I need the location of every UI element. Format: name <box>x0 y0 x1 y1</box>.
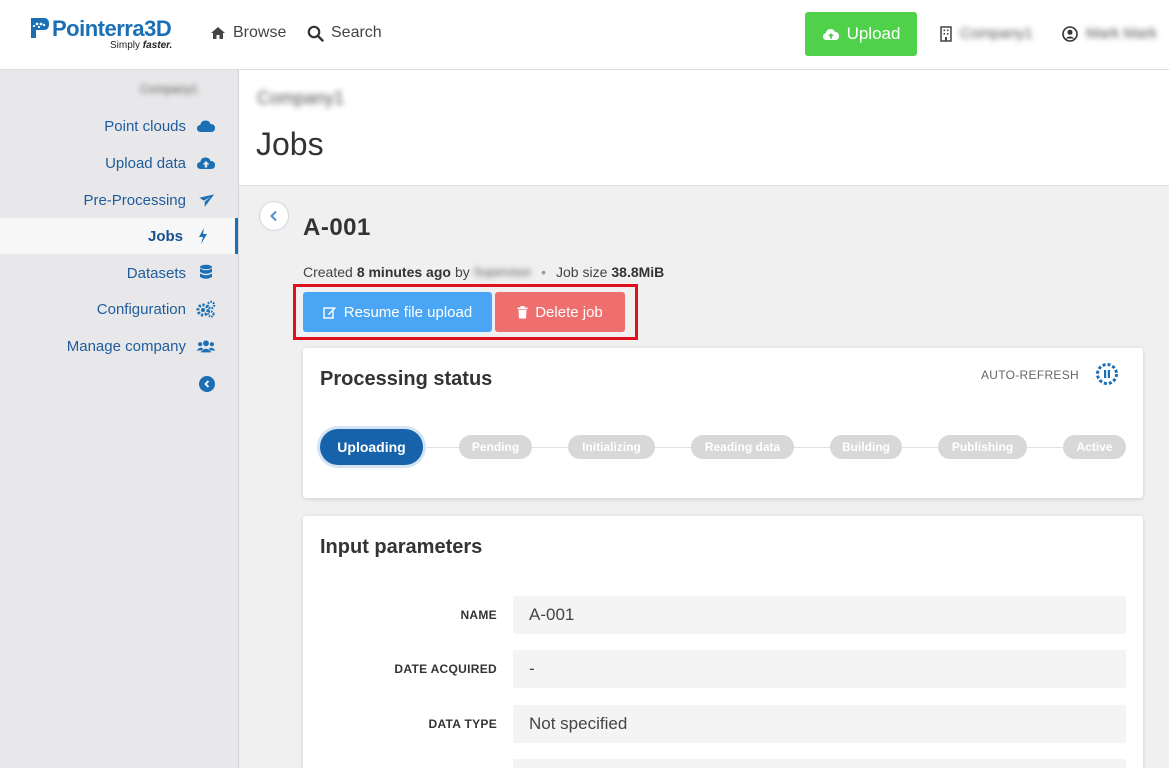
browse-link[interactable]: Browse <box>210 24 286 42</box>
brand-name: Pointerra3D <box>52 16 172 41</box>
resume-label: Resume file upload <box>343 303 473 321</box>
cloud-icon <box>196 116 216 136</box>
main-content: A-001 Created 8 minutes ago by Superviso… <box>239 186 1169 768</box>
input-parameters-card: Input parameters NAME A-001 DATE ACQUIRE… <box>303 516 1143 768</box>
sidebar-item-upload-data[interactable]: Upload data <box>0 145 238 181</box>
company-name: Company1 <box>960 25 1033 42</box>
tagline-emphasis: faster. <box>142 40 173 51</box>
upload-button[interactable]: Upload <box>805 12 917 56</box>
users-icon <box>196 336 216 356</box>
upload-label: Upload <box>846 24 901 43</box>
database-icon <box>196 263 216 283</box>
sidebar-item-pre-processing[interactable]: Pre-Processing <box>0 182 238 218</box>
logo-mark-icon <box>31 18 49 38</box>
delete-label: Delete job <box>535 303 603 321</box>
browse-label: Browse <box>233 24 287 41</box>
input-parameters-title: Input parameters <box>320 536 483 558</box>
auto-refresh-label: AUTO-REFRESH <box>980 368 1079 382</box>
param-row-next <box>303 759 1143 768</box>
bolt-icon <box>193 226 213 246</box>
sidebar-item-label: Point clouds <box>104 117 186 135</box>
param-value-name: A-001 <box>513 596 1126 634</box>
sidebar-item-jobs[interactable]: Jobs <box>0 218 238 254</box>
sidebar-item-manage-company[interactable]: Manage company <box>0 328 238 364</box>
sidebar-item-configuration[interactable]: Configuration <box>0 291 238 327</box>
sidebar-item-label: Pre-Processing <box>83 191 186 209</box>
cloud-upload-icon <box>196 153 216 173</box>
status-step-initializing: Initializing <box>568 435 655 459</box>
sidebar-item-datasets[interactable]: Datasets <box>0 255 238 291</box>
status-step-building: Building <box>830 435 902 459</box>
meta-separator: • <box>541 264 547 280</box>
job-size-value: 38.8MiB <box>611 264 665 280</box>
trash-icon <box>517 305 528 318</box>
back-button[interactable] <box>259 201 289 231</box>
sidebar-item-label: Upload data <box>105 154 186 172</box>
user-name: Mark Mark <box>1086 25 1157 42</box>
param-row-name: NAME A-001 <box>303 596 1143 636</box>
param-label: DATA TYPE <box>428 717 497 731</box>
param-row-date-acquired: DATE ACQUIRED - <box>303 650 1143 690</box>
created-ago: 8 minutes ago <box>356 264 451 280</box>
param-row-data-type: DATA TYPE Not specified <box>303 705 1143 745</box>
created-user: Supervisor <box>473 265 532 279</box>
cloud-upload-icon <box>822 29 839 40</box>
status-step-uploading: Uploading <box>320 429 423 465</box>
created-by: by <box>454 264 470 280</box>
plane-icon <box>196 190 216 210</box>
status-step-pending: Pending <box>459 435 532 459</box>
brand-logo[interactable]: Pointerra3D Simply faster. <box>28 14 188 54</box>
param-value-next <box>513 759 1126 768</box>
collapse-sidebar-button[interactable] <box>199 376 215 392</box>
search-link[interactable]: Search <box>307 24 382 42</box>
sidebar-item-label: Datasets <box>126 264 186 282</box>
job-size-label: Job size <box>556 264 608 280</box>
brand-tagline: Simply faster. <box>110 40 172 51</box>
status-step-active: Active <box>1063 435 1126 459</box>
job-meta: Created 8 minutes ago by Supervisor • Jo… <box>303 264 664 280</box>
status-step-reading-data: Reading data <box>691 435 794 459</box>
sidebar-company: Company1 <box>140 82 199 96</box>
user-menu[interactable]: Mark Mark <box>1062 25 1157 42</box>
top-navbar: Pointerra3D Simply faster. Browse Search… <box>0 0 1169 70</box>
processing-status-title: Processing status <box>320 368 493 390</box>
job-title: A-001 <box>303 214 371 241</box>
company-switcher[interactable]: Company1 <box>940 25 1033 42</box>
param-value-data-type: Not specified <box>513 705 1126 743</box>
sidebar-item-point-clouds[interactable]: Point clouds <box>0 108 238 144</box>
sidebar: Company1 Point clouds Upload data Pre-Pr… <box>0 70 239 768</box>
building-icon <box>940 25 952 42</box>
tagline-prefix: Simply <box>110 40 141 51</box>
search-label: Search <box>331 24 382 41</box>
chevron-left-icon <box>204 380 210 388</box>
chevron-left-icon <box>270 210 277 222</box>
delete-job-button[interactable]: Delete job <box>495 292 625 332</box>
page-title: Jobs <box>256 126 324 162</box>
created-prefix: Created <box>303 264 353 280</box>
sidebar-item-label: Configuration <box>96 300 186 318</box>
param-label: NAME <box>460 608 497 622</box>
sidebar-item-label: Manage company <box>66 337 186 355</box>
cogs-icon <box>196 299 216 319</box>
page-header: Company1 Jobs <box>239 70 1169 186</box>
edit-icon <box>323 307 336 319</box>
processing-status-card: Processing status AUTO-REFRESH Uploading… <box>303 348 1143 498</box>
param-label: DATE ACQUIRED <box>394 662 497 676</box>
param-value-date-acquired: - <box>513 650 1126 688</box>
home-icon <box>211 27 225 39</box>
breadcrumb-company[interactable]: Company1 <box>257 88 344 109</box>
search-icon <box>307 25 324 42</box>
sidebar-item-label: Jobs <box>147 227 183 245</box>
user-icon <box>1062 25 1078 42</box>
status-step-publishing: Publishing <box>938 435 1027 459</box>
pause-refresh-icon[interactable] <box>1095 362 1119 386</box>
resume-file-upload-button[interactable]: Resume file upload <box>303 292 492 332</box>
